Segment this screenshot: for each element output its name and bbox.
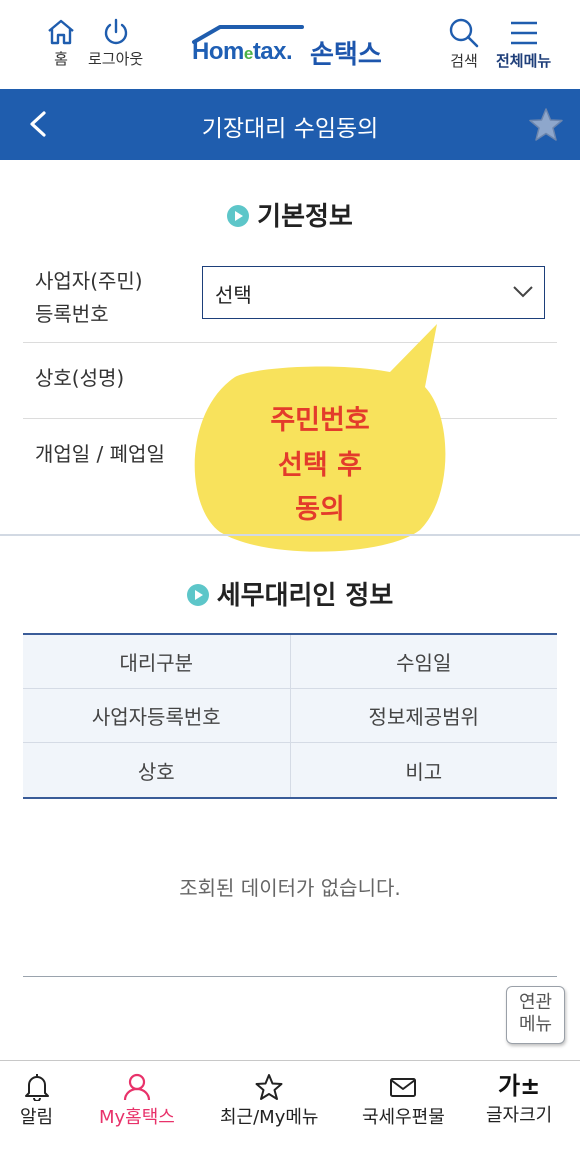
bell-icon: [24, 1074, 49, 1101]
nav-label: 알림: [20, 1107, 54, 1128]
callout-line-2: 선택 후: [278, 450, 362, 481]
logout-button[interactable]: 로그아웃: [88, 18, 143, 69]
search-button[interactable]: 검색: [448, 18, 480, 71]
logout-label: 로그아웃: [88, 50, 144, 68]
agent-info-title: 세무대리인 정보: [0, 575, 580, 612]
nav-label: 최근/My메뉴: [220, 1107, 319, 1128]
logo-brand: Hometax.: [192, 38, 293, 65]
agent-info-table: 대리구분 수임일 사업자등록번호 정보제공범위 상호 비고: [23, 633, 557, 799]
table-header-cell: 사업자등록번호: [23, 689, 290, 742]
table-header-cell: 대리구분: [23, 635, 290, 688]
bottom-navigation: 알림 My홈택스 최근/My메뉴 국세우편물 가± 글자크기: [0, 1060, 580, 1151]
font-size-icon: 가±: [498, 1072, 541, 1100]
callout-line-3: 동의: [295, 494, 345, 525]
hometax-logo[interactable]: Hometax. 손택스: [190, 24, 395, 72]
play-dot-icon: [227, 205, 250, 227]
nav-font-size[interactable]: 가± 글자크기: [486, 1073, 552, 1127]
table-header-cell: 정보제공범위: [289, 689, 557, 742]
power-icon: [104, 18, 127, 45]
play-dot-icon: [186, 584, 209, 606]
business-number-select[interactable]: 선택: [202, 266, 545, 319]
nav-label: 국세우편물: [362, 1107, 445, 1128]
person-icon: [123, 1073, 151, 1101]
full-menu-label: 전체메뉴: [496, 52, 552, 70]
nav-my-hometax[interactable]: My홈택스: [99, 1073, 175, 1129]
home-icon: [48, 19, 74, 45]
envelope-icon: [390, 1078, 417, 1097]
chevron-down-icon: [513, 286, 533, 298]
favorite-star-icon[interactable]: [527, 106, 565, 144]
section-divider: [0, 534, 580, 536]
home-button[interactable]: 홈: [46, 18, 76, 69]
table-row: 사업자등록번호 정보제공범위: [23, 689, 557, 743]
select-value: 선택: [215, 283, 252, 307]
callout-line-1: 주민번호: [270, 405, 370, 436]
callout-bubble: 주민번호 선택 후 동의: [185, 322, 455, 557]
table-header-cell: 비고: [289, 743, 557, 797]
table-header-cell: 수임일: [289, 635, 557, 688]
open-close-date-label: 개업일 / 폐업일: [35, 442, 165, 466]
basic-info-title: 기본정보: [0, 196, 580, 233]
full-menu-button[interactable]: 전체메뉴: [496, 18, 551, 71]
home-label: 홈: [54, 50, 68, 68]
hamburger-icon: [510, 21, 537, 45]
nav-label: 글자크기: [486, 1105, 553, 1126]
nav-tax-mail[interactable]: 국세우편물: [362, 1073, 445, 1129]
table-header-cell: 상호: [23, 743, 290, 797]
logo-korean: 손택스: [310, 40, 382, 70]
table-row: 상호 비고: [23, 743, 557, 797]
company-name-label: 상호(성명): [35, 366, 125, 390]
page-title: 기장대리 수임동의: [201, 116, 379, 142]
search-label: 검색: [450, 52, 478, 70]
business-number-label: 사업자(주민) 등록번호: [35, 269, 143, 326]
top-header: 홈 로그아웃 Hometax. 손택스 검색 전체메뉴: [0, 0, 580, 89]
search-icon: [449, 18, 479, 48]
table-row: 대리구분 수임일: [23, 635, 557, 689]
empty-message: 조회된 데이터가 없습니다.: [179, 876, 401, 900]
star-outline-icon: [255, 1074, 283, 1100]
page-title-bar: 기장대리 수임동의: [0, 89, 580, 160]
related-menu-button[interactable]: 연관 메뉴: [506, 986, 565, 1044]
nav-label: My홈택스: [99, 1107, 175, 1128]
nav-recent-my-menu[interactable]: 최근/My메뉴: [220, 1073, 319, 1129]
table-bottom-line: [23, 976, 557, 977]
nav-notifications[interactable]: 알림: [20, 1073, 53, 1129]
